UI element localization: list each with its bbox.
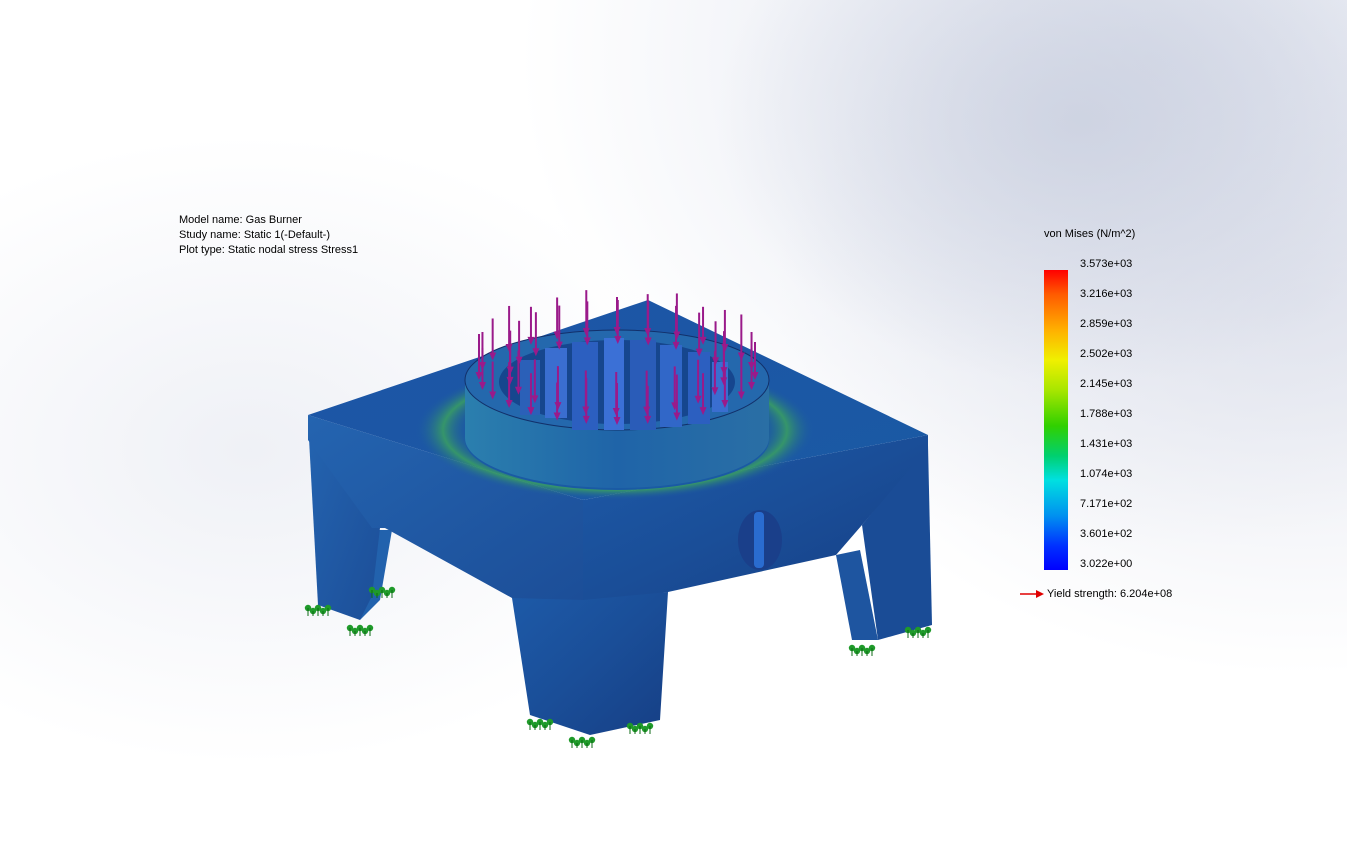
load-arrow-icon [582, 290, 590, 337]
fixture-icon [526, 718, 554, 730]
colorbar-tick: 3.573e+03 [1080, 258, 1133, 270]
colorbar-tick: 7.171e+02 [1080, 498, 1133, 510]
fixture-icon [346, 624, 374, 636]
colorbar-tick: 1.431e+03 [1080, 438, 1133, 450]
load-arrow-icon [737, 314, 745, 361]
fixture-icon [568, 736, 596, 748]
gas-knob[interactable] [738, 510, 782, 570]
colorbar-tick: 1.074e+03 [1080, 468, 1133, 480]
colorbar-tick: 2.145e+03 [1080, 378, 1133, 390]
colorbar-tick: 2.859e+03 [1080, 318, 1133, 330]
load-arrow-icon [489, 318, 497, 361]
leg-front [512, 592, 668, 735]
load-arrow-icon [532, 312, 540, 357]
legend-title: von Mises (N/m^2) [1044, 228, 1136, 240]
colorbar-tick: 3.022e+00 [1080, 558, 1133, 570]
colorbar-tick: 1.788e+03 [1080, 408, 1133, 420]
load-arrow-icon [527, 306, 535, 345]
gas-burner-model[interactable] [0, 0, 1347, 868]
colorbar-tick: 2.502e+03 [1080, 348, 1133, 360]
yield-strength-label: Yield strength: 6.204e+08 [1047, 588, 1173, 600]
fixture-icon [304, 604, 332, 616]
load-arrow-icon [478, 331, 486, 370]
yield-strength: Yield strength: 6.204e+08 [1020, 588, 1172, 600]
fixture-icon [848, 644, 876, 656]
fixture-icon [904, 626, 932, 638]
yield-arrow-icon [1020, 590, 1044, 599]
stress-colorbar [1044, 270, 1068, 570]
colorbar-tick: 3.216e+03 [1080, 288, 1133, 300]
colorbar-tick: 3.601e+02 [1080, 528, 1133, 540]
fixture-icon [626, 722, 654, 734]
